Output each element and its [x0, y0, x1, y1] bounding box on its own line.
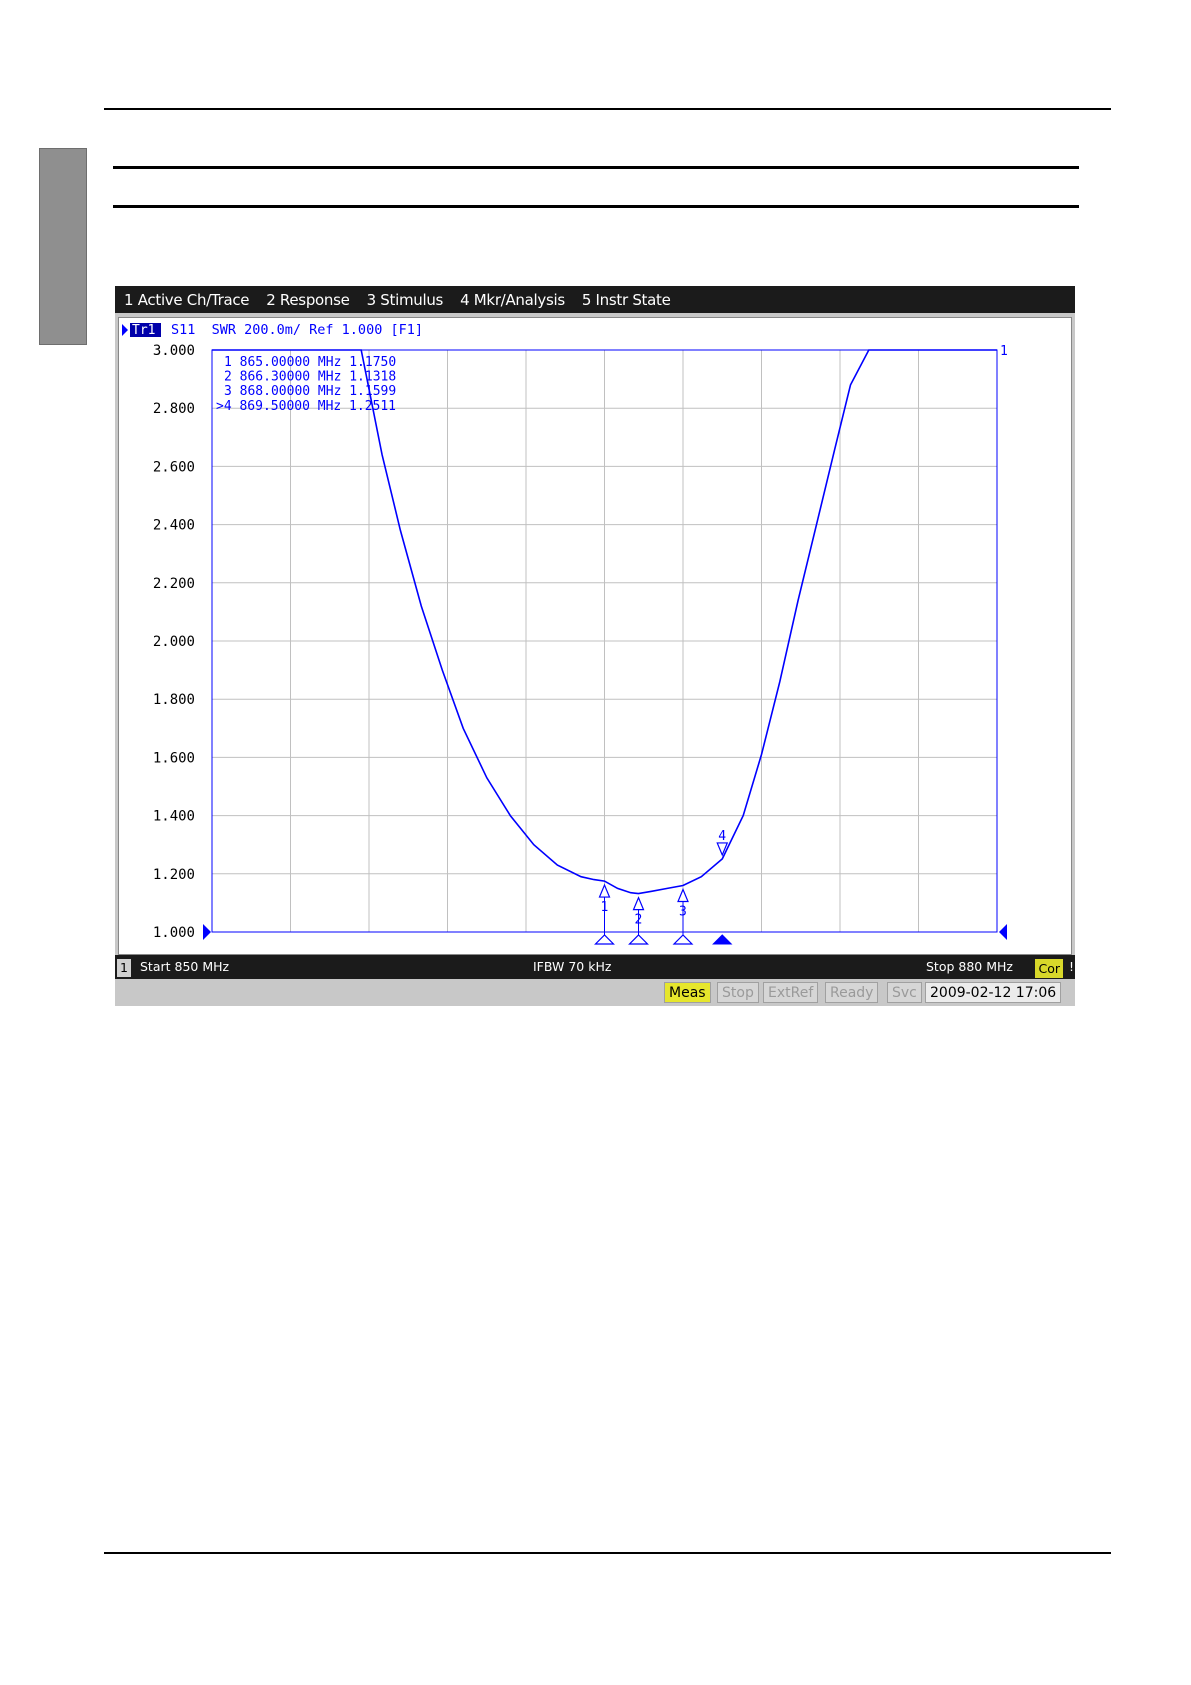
y-tick-label: 1.800	[153, 692, 195, 708]
y-tick-label: 2.800	[153, 401, 195, 417]
channel-window[interactable]: 3.000 2.800 2.600 2.400 2.200 2.000 1.800 1.600…	[118, 317, 1072, 955]
trace-header: Tr1 S11 SWR 200.0m/ Ref 1.000 [F1]	[122, 322, 423, 338]
page-top-rule	[104, 108, 1111, 110]
y-tick-label: 2.400	[153, 518, 195, 534]
y-tick-label: 2.200	[153, 576, 195, 592]
y-tick-label: 1.000	[153, 925, 195, 941]
ready-indicator: Ready	[825, 982, 879, 1003]
menu-stimulus[interactable]: 3 Stimulus	[358, 291, 452, 309]
meas-indicator: Meas	[664, 982, 711, 1003]
marker-readout-row: >4 869.50000 MHz 1.2511	[216, 399, 396, 414]
extref-indicator: ExtRef	[763, 982, 819, 1003]
marker-readout-row: 2 866.30000 MHz 1.1318	[224, 370, 396, 385]
active-trace-arrow-icon	[122, 324, 128, 336]
marker-readout-row: 3 868.00000 MHz 1.1599	[224, 384, 396, 399]
chapter-side-tab	[39, 148, 87, 345]
stop-indicator: Stop	[717, 982, 759, 1003]
y-tick-label: 1.400	[153, 809, 195, 825]
vna-screenshot: 1 Active Ch/Trace 2 Response 3 Stimulus …	[115, 286, 1075, 1006]
softkey-menu-bar: 1 Active Ch/Trace 2 Response 3 Stimulus …	[115, 286, 1075, 313]
correction-indicator: Cor	[1035, 959, 1063, 978]
menu-instr-state[interactable]: 5 Instr State	[573, 291, 679, 309]
start-frequency[interactable]: Start 850 MHz	[140, 959, 229, 974]
marker-flag-icon	[632, 896, 645, 911]
channel-number[interactable]: 1	[117, 959, 131, 977]
marker-3: 3	[672, 887, 694, 945]
marker-stimulus-active-icon	[712, 934, 733, 945]
section-rule-lower	[113, 205, 1079, 208]
y-tick-label: 2.600	[153, 459, 195, 475]
ref-level-right-arrow-icon	[999, 924, 1007, 940]
y-tick-labels: 3.000 2.800 2.600 2.400 2.200 2.000 1.800 1.600…	[153, 343, 195, 941]
menu-response[interactable]: 2 Response	[257, 291, 357, 309]
ref-level-left-arrow-icon	[203, 924, 211, 940]
alert-indicator: !	[1068, 959, 1074, 974]
ifbw-value[interactable]: IFBW 70 kHz	[533, 959, 611, 974]
y-tick-label: 2.000	[153, 634, 195, 650]
channel-status-bar: 1 Start 850 MHz IFBW 70 kHz Stop 880 MHz…	[115, 955, 1075, 979]
trace-tag[interactable]: Tr1	[132, 323, 155, 338]
swr-plot: 3.000 2.800 2.600 2.400 2.200 2.000 1.800 1.600…	[122, 322, 1008, 945]
marker-number-label: 4	[718, 829, 726, 844]
svc-indicator: Svc	[887, 982, 922, 1003]
datetime-display: 2009-02-12 17:06	[925, 982, 1062, 1003]
marker-readout-table: 1 865.00000 MHz 1.17502 866.30000 MHz 1.…	[216, 355, 396, 414]
marker-stimulus-icon	[594, 934, 615, 945]
stop-frequency[interactable]: Stop 880 MHz	[926, 959, 1013, 974]
menu-active-ch-trace[interactable]: 1 Active Ch/Trace	[115, 291, 257, 309]
marker-flag-icon	[598, 883, 611, 898]
y-tick-label: 1.600	[153, 750, 195, 766]
marker-group: 123 4	[594, 829, 733, 945]
y-tick-label: 3.000	[153, 343, 195, 359]
marker-stimulus-icon	[628, 934, 649, 945]
trace-end-label: 1	[1000, 344, 1008, 359]
marker-2: 2	[628, 896, 649, 945]
marker-stimulus-icon	[672, 934, 694, 945]
y-tick-label: 1.200	[153, 867, 195, 883]
trace-header-text: S11 SWR 200.0m/ Ref 1.000 [F1]	[171, 322, 423, 338]
marker-1: 1	[594, 883, 615, 945]
marker-readout-row: 1 865.00000 MHz 1.1750	[224, 355, 396, 370]
page-bottom-rule	[104, 1552, 1111, 1554]
marker-flag-icon	[677, 887, 689, 903]
plot-grid	[212, 350, 997, 932]
section-rule-upper	[113, 166, 1079, 169]
menu-mkr-analysis[interactable]: 4 Mkr/Analysis	[451, 291, 573, 309]
instrument-status-bar: Meas Stop ExtRef Ready Svc 2009-02-12 17…	[115, 979, 1075, 1006]
